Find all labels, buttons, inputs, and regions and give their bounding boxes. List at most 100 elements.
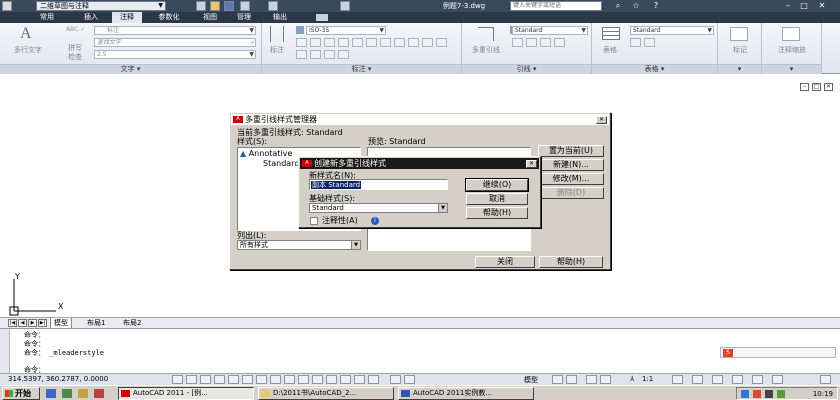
drawing-icon[interactable] xyxy=(390,375,401,384)
spell-check-label-2[interactable]: 检查 xyxy=(62,52,88,62)
create-mleaderstyle-titlebar[interactable]: A 创建新多重引线样式 ✕ xyxy=(300,158,539,169)
close-button[interactable]: ✕ xyxy=(816,1,828,11)
workspace-selector[interactable]: 二维草图与注释 ▼ xyxy=(36,1,166,11)
maximize-button[interactable]: □ xyxy=(798,1,810,11)
continue-dim-icon[interactable] xyxy=(310,38,321,47)
markup-label[interactable]: 标记 xyxy=(718,45,762,55)
delete-style-button[interactable]: 删除(D) xyxy=(538,187,604,199)
task-explorer[interactable]: D:\2011书\AutoCAD_2... xyxy=(258,387,394,400)
update-icon[interactable] xyxy=(394,38,405,47)
save-icon[interactable] xyxy=(224,1,234,11)
community-icon[interactable]: ☆ xyxy=(630,1,642,11)
collect-leader-icon[interactable] xyxy=(554,38,565,47)
next-tab-icon[interactable]: ▶ xyxy=(28,319,37,327)
new-style-button[interactable]: 新建(N)... xyxy=(538,159,604,171)
first-tab-icon[interactable]: |◀ xyxy=(8,319,17,327)
dimstyle-combo[interactable]: ISO-35 ▼ xyxy=(306,26,386,35)
print-icon[interactable] xyxy=(340,1,350,11)
multiline-text-icon[interactable]: A xyxy=(20,26,38,42)
mleaderstyle-manager-titlebar[interactable]: A 多重引线样式管理器 ✕ xyxy=(231,114,609,125)
quick-properties-toggle[interactable] xyxy=(340,375,351,384)
lineweight-toggle[interactable] xyxy=(312,375,323,384)
transparency-toggle[interactable] xyxy=(326,375,337,384)
zoom-icon[interactable] xyxy=(600,375,611,384)
tab-insert[interactable]: 插入 xyxy=(76,12,106,23)
sogou-ime-icon[interactable]: S xyxy=(723,349,733,357)
help-button[interactable]: 帮助(H) xyxy=(539,256,603,268)
minimize-ribbon-icon[interactable] xyxy=(316,14,328,21)
dim-break-icon[interactable] xyxy=(352,38,363,47)
extract-data-icon[interactable] xyxy=(630,38,641,47)
app-menu-icon[interactable] xyxy=(2,1,12,11)
polar-toggle[interactable] xyxy=(228,375,239,384)
table-label[interactable]: 表格 xyxy=(594,45,626,55)
list-filter-select[interactable]: 所有样式 ▼ xyxy=(237,240,361,250)
undo-icon[interactable] xyxy=(240,1,250,11)
base-style-select[interactable]: Standard ▼ xyxy=(309,203,448,213)
spell-check-icon[interactable]: ABC ✓ xyxy=(66,26,88,36)
grid-toggle[interactable] xyxy=(200,375,211,384)
link-data-icon[interactable] xyxy=(644,38,655,47)
multiline-text-label[interactable]: 多行文字 xyxy=(4,45,52,55)
close-button[interactable]: 关闭 xyxy=(475,256,535,268)
annotation-visibility-icon[interactable] xyxy=(672,375,683,384)
tab-home[interactable]: 常用 xyxy=(30,12,64,23)
add-leader-icon[interactable] xyxy=(512,38,523,47)
mleaderstyle-combo[interactable]: Standard ▼ xyxy=(512,26,588,35)
command-window[interactable]: 命令： 命令： 命令： _mleaderstyle 命令： S xyxy=(0,328,840,374)
dimension-label[interactable]: 标注 xyxy=(264,45,290,55)
coordinate-readout[interactable]: 314.5397, 360.2787, 0.0000 xyxy=(8,375,108,383)
new-file-icon[interactable] xyxy=(196,1,206,11)
leader-panel-title[interactable]: 引线 ▾ xyxy=(462,64,591,74)
help-icon[interactable]: ? xyxy=(650,1,662,11)
isolate-objects-icon[interactable] xyxy=(752,375,763,384)
search-input[interactable]: 键入关键字或短语 xyxy=(510,1,602,11)
tab-manage[interactable]: 管理 xyxy=(230,12,258,23)
otrack-toggle[interactable] xyxy=(270,375,281,384)
dimension-icon[interactable] xyxy=(270,26,284,42)
prev-tab-icon[interactable]: ◀ xyxy=(18,319,27,327)
clock[interactable]: 10:19 xyxy=(813,389,833,399)
security-icon[interactable] xyxy=(753,390,761,398)
start-button[interactable]: 开始 xyxy=(2,387,40,400)
quick-view-drawings-icon[interactable] xyxy=(566,375,577,384)
close-icon[interactable]: ✕ xyxy=(526,160,537,168)
osnap-toggle[interactable] xyxy=(242,375,253,384)
remove-leader-icon[interactable] xyxy=(526,38,537,47)
tab-output[interactable]: 输出 xyxy=(266,12,294,23)
annotation-scale-label[interactable]: 注释缩放 xyxy=(762,45,822,55)
tab-parametric[interactable]: 参数化 xyxy=(150,12,188,23)
tablestyle-combo[interactable]: Standard ▼ xyxy=(630,26,714,35)
task-document[interactable]: AutoCAD 2011实例教... xyxy=(398,387,534,400)
selection-cycling-toggle[interactable] xyxy=(354,375,365,384)
quicklaunch-desktop-icon[interactable] xyxy=(62,389,72,398)
table-icon[interactable] xyxy=(602,27,620,40)
quicklaunch-app-icon[interactable] xyxy=(94,389,104,398)
hardware-acceleration-icon[interactable] xyxy=(732,375,743,384)
layout-icon[interactable] xyxy=(404,375,415,384)
multileader-label[interactable]: 多重引线 xyxy=(464,45,508,55)
find-text-input[interactable]: 查找文字 ⌕ xyxy=(94,38,256,47)
lock-icon[interactable] xyxy=(712,375,723,384)
ducs-toggle[interactable] xyxy=(284,375,295,384)
volume-icon[interactable] xyxy=(765,390,773,398)
network-icon[interactable] xyxy=(741,390,749,398)
continue-button[interactable]: 继续(O) xyxy=(465,178,529,192)
markup-panel-title[interactable]: ▾ xyxy=(718,64,761,74)
3d-osnap-toggle[interactable] xyxy=(256,375,267,384)
reassociate-icon[interactable] xyxy=(366,38,377,47)
quicklaunch-ie-icon[interactable] xyxy=(46,389,56,398)
annotation-scale-value[interactable]: 1:1 xyxy=(642,375,653,383)
dim-space-icon[interactable] xyxy=(338,38,349,47)
text-angle-icon[interactable] xyxy=(422,38,433,47)
annotative-checkbox[interactable] xyxy=(310,217,318,225)
set-current-button[interactable]: 置为当前(U) xyxy=(538,145,604,157)
clean-screen-icon[interactable] xyxy=(772,375,783,384)
oblique-icon[interactable] xyxy=(408,38,419,47)
quick-dim-icon[interactable] xyxy=(296,38,307,47)
jogged-line-icon[interactable] xyxy=(338,50,349,59)
model-space-label[interactable]: 模型 xyxy=(524,375,538,385)
align-leader-icon[interactable] xyxy=(540,38,551,47)
text-style-combo[interactable]: 标注 ▼ xyxy=(94,26,256,35)
minimize-button[interactable]: – xyxy=(782,1,794,11)
